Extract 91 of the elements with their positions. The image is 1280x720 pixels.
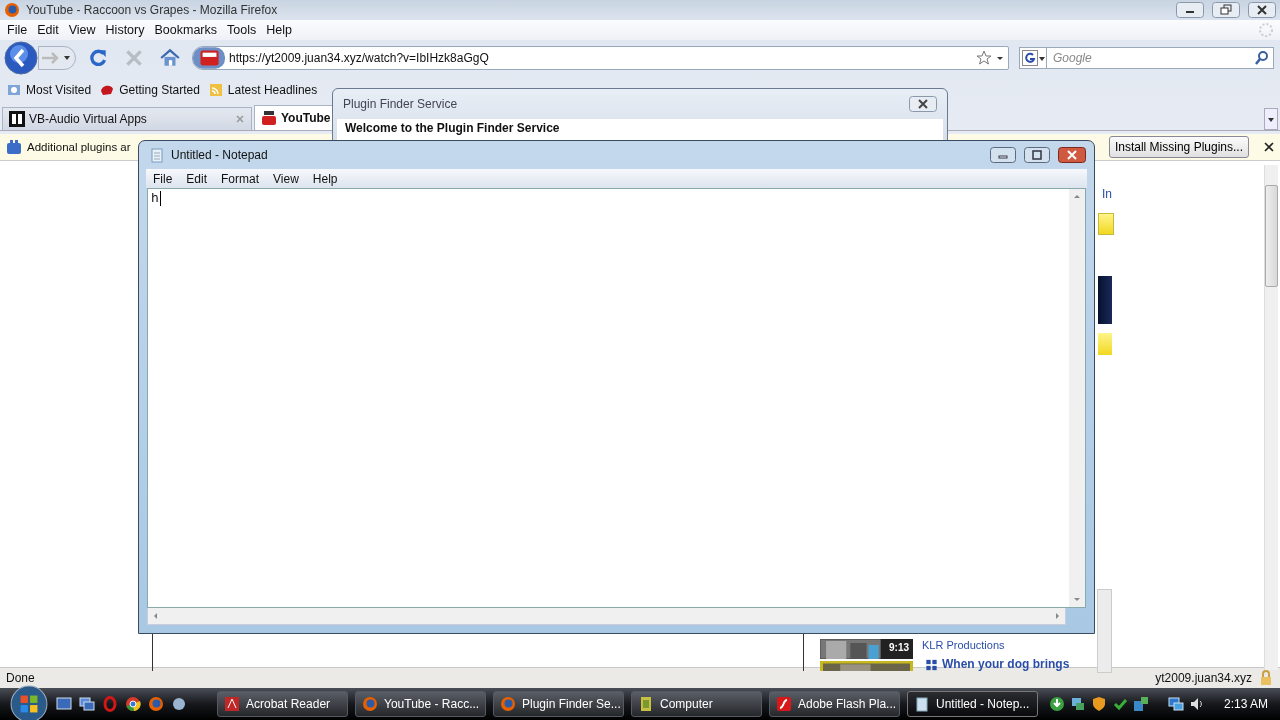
shield-icon[interactable] bbox=[1090, 696, 1107, 712]
close-button[interactable] bbox=[1248, 2, 1276, 18]
site-host: yt2009.juan34.xyz bbox=[1155, 671, 1252, 685]
scroll-up-icon[interactable] bbox=[1073, 193, 1081, 201]
scrollbar[interactable] bbox=[147, 608, 1066, 625]
notification-text: Additional plugins ar bbox=[27, 141, 131, 153]
menu-item[interactable]: Bookmarks bbox=[149, 23, 222, 37]
window-title: YouTube - Raccoon vs Grapes - Mozilla Firefox bbox=[26, 3, 278, 17]
firefox-icon bbox=[362, 696, 378, 712]
checkmark-icon[interactable] bbox=[1111, 696, 1128, 712]
taskbar-button[interactable]: Computer bbox=[631, 691, 762, 717]
minimize-button[interactable] bbox=[1176, 2, 1204, 18]
notepad-icon bbox=[149, 147, 165, 163]
window-title: Untitled - Notepad bbox=[171, 148, 268, 162]
taskbar-button[interactable]: Adobe Flash Pla... bbox=[769, 691, 900, 717]
close-button[interactable] bbox=[909, 96, 937, 112]
home-icon[interactable] bbox=[159, 47, 181, 69]
search-icon[interactable] bbox=[1254, 50, 1270, 66]
bookmark-item[interactable]: Getting Started bbox=[119, 83, 200, 97]
tab-label[interactable]: VB-Audio Virtual Apps bbox=[29, 112, 231, 126]
flash-icon bbox=[776, 696, 792, 712]
install-plugins-button[interactable]: Install Missing Plugins... bbox=[1108, 136, 1249, 158]
grid-icon bbox=[925, 659, 938, 671]
video-title-link[interactable]: When your dog brings bbox=[942, 657, 1070, 671]
channel-link[interactable]: KLR Productions bbox=[922, 639, 1005, 651]
restore-button[interactable] bbox=[1212, 2, 1240, 18]
scroll-right-icon[interactable] bbox=[1053, 612, 1061, 620]
taskbar-button[interactable]: YouTube - Racc... bbox=[355, 691, 486, 717]
plugin-icon bbox=[6, 139, 22, 155]
taskbar-button[interactable]: Acrobat Reader bbox=[217, 691, 348, 717]
firefox-icon bbox=[4, 2, 20, 18]
banner-image bbox=[1098, 276, 1112, 324]
scroll-left-icon[interactable] bbox=[152, 612, 160, 620]
status-text: Done bbox=[6, 671, 35, 685]
menu-item[interactable]: Help bbox=[261, 23, 297, 37]
download-icon[interactable] bbox=[1048, 696, 1065, 712]
scrollbar[interactable] bbox=[1264, 165, 1278, 670]
star-icon[interactable] bbox=[976, 50, 992, 66]
firefox-icon[interactable] bbox=[148, 696, 164, 712]
tv-icon bbox=[193, 47, 225, 69]
scrollbar[interactable] bbox=[1097, 589, 1112, 673]
opera-icon[interactable] bbox=[102, 696, 118, 712]
logo-icon bbox=[9, 111, 25, 127]
bookmark-item[interactable]: Most Visited bbox=[26, 83, 92, 97]
bookmark-item[interactable]: Latest Headlines bbox=[227, 83, 318, 97]
menu-item[interactable]: Edit bbox=[32, 23, 64, 37]
menu-item[interactable]: Format bbox=[214, 171, 267, 186]
network-icon[interactable] bbox=[1069, 696, 1086, 712]
search-engine-button[interactable] bbox=[1019, 47, 1047, 69]
menu-item[interactable]: Help bbox=[305, 171, 345, 186]
globe-icon[interactable] bbox=[171, 696, 187, 712]
chrome-icon[interactable] bbox=[125, 696, 141, 712]
close-button[interactable] bbox=[1058, 147, 1086, 163]
taskbar-button[interactable]: Untitled - Notep... bbox=[907, 691, 1038, 717]
tab-list-button[interactable] bbox=[1264, 108, 1278, 130]
reload-icon[interactable] bbox=[87, 47, 109, 69]
window-switch-icon[interactable] bbox=[79, 696, 95, 712]
back-button[interactable] bbox=[4, 41, 38, 75]
menu-item[interactable]: View bbox=[63, 23, 101, 37]
lock-icon bbox=[1258, 670, 1274, 686]
browser-tab[interactable]: VB-Audio Virtual Apps bbox=[2, 107, 252, 130]
network-connection-icon[interactable] bbox=[1167, 696, 1184, 712]
scrollbar[interactable] bbox=[1069, 189, 1085, 607]
caret-icon[interactable] bbox=[996, 54, 1004, 62]
tv-icon bbox=[261, 110, 277, 126]
maximize-button[interactable] bbox=[1024, 147, 1050, 163]
scroll-down-icon[interactable] bbox=[1073, 595, 1081, 603]
menu-item[interactable]: History bbox=[100, 23, 150, 37]
menu-item[interactable]: Edit bbox=[179, 171, 215, 186]
dialog-title: Plugin Finder Service bbox=[343, 97, 458, 111]
close-icon[interactable] bbox=[1264, 142, 1274, 152]
search-field[interactable]: Google bbox=[1047, 47, 1274, 69]
menu-item[interactable]: View bbox=[266, 171, 306, 186]
start-button[interactable] bbox=[10, 685, 48, 720]
menu-item[interactable]: File bbox=[146, 171, 180, 186]
desktop-icon[interactable] bbox=[56, 696, 72, 712]
page-link[interactable]: In bbox=[1102, 187, 1112, 201]
video-duration: 9:13 bbox=[889, 642, 909, 654]
pdf-icon bbox=[224, 696, 240, 712]
menu-item[interactable]: Tools bbox=[222, 23, 262, 37]
notepad-icon bbox=[914, 696, 930, 712]
windows-update-icon[interactable] bbox=[1132, 696, 1149, 712]
dialog-heading: Welcome to the Plugin Finder Service bbox=[345, 121, 560, 135]
menu-item[interactable]: File bbox=[2, 23, 33, 37]
throbber-icon bbox=[1258, 22, 1274, 38]
folder-icon bbox=[638, 696, 654, 712]
address-field[interactable]: https://yt2009.juan34.xyz/watch?v=IbIHzk8aGgQ bbox=[192, 46, 1009, 70]
taskbar-button[interactable]: Plugin Finder Se... bbox=[493, 691, 624, 717]
clock: 2:13 AM bbox=[1223, 697, 1268, 711]
volume-icon[interactable] bbox=[1188, 696, 1205, 712]
firefox-icon bbox=[500, 696, 516, 712]
